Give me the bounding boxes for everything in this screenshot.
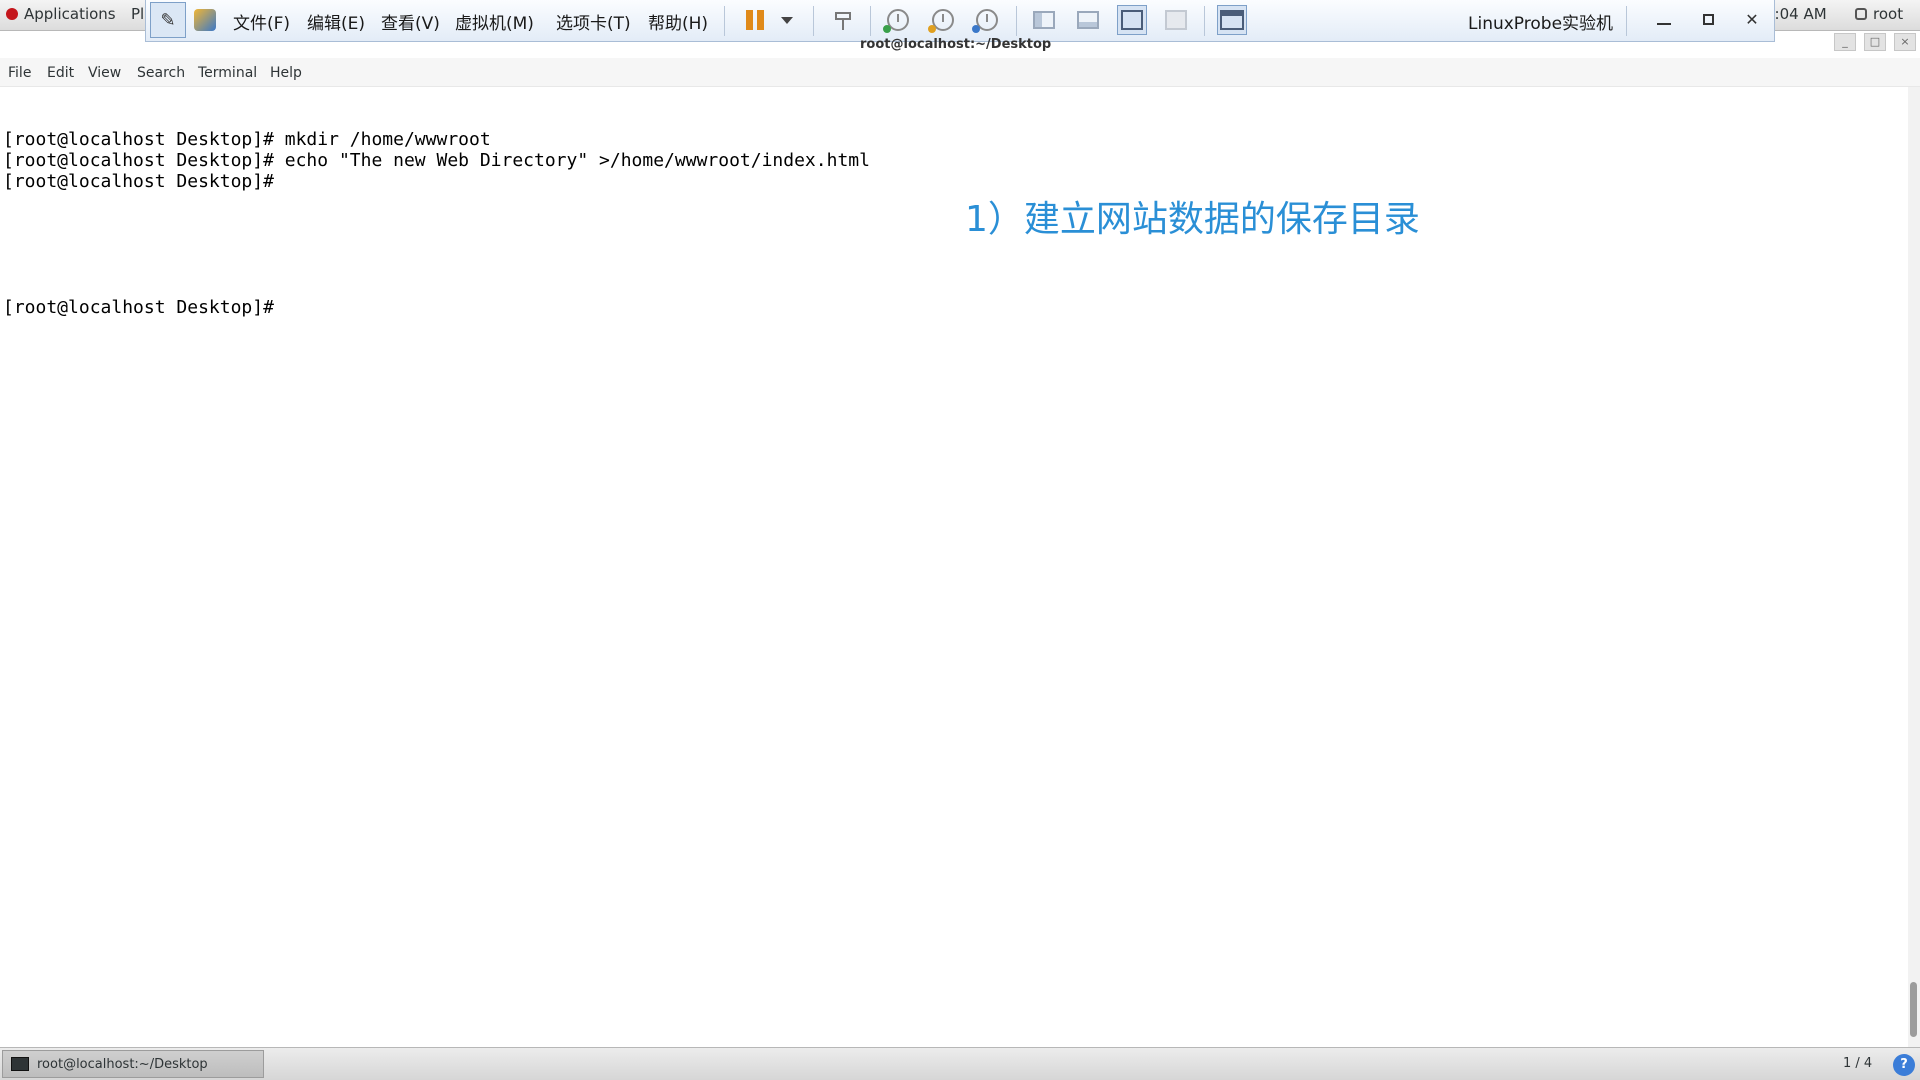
user-icon [1855,8,1867,20]
workspace-indicator[interactable]: 1 / 4 [1843,1056,1872,1071]
library-panel-icon [1033,11,1055,29]
full-screen-icon [1121,10,1143,30]
menu-edit[interactable]: Edit [47,65,74,81]
places-menu[interactable]: Pl [131,5,144,23]
user-menu[interactable]: root [1855,5,1903,23]
unity-icon [1165,10,1187,30]
minimize-button[interactable] [1654,10,1674,30]
maximize-icon: □ [1869,35,1881,48]
minimize-icon [1657,23,1671,25]
menu-search[interactable]: Search [137,65,185,81]
terminal-line: [root@localhost Desktop]# mkdir /home/ww… [3,129,491,150]
gnome-taskbar: root@localhost:~/Desktop 1 / 4 ? [0,1047,1920,1080]
close-icon: × [1900,35,1910,48]
snapshot-take-icon [883,9,909,33]
scrollbar-thumb[interactable] [1910,982,1917,1037]
vmware-logo-icon [194,9,216,31]
restore-icon [1702,14,1714,25]
terminal-close-button[interactable]: × [1894,33,1916,51]
menu-help[interactable]: Help [270,65,302,81]
terminal-scrollbar[interactable] [1908,87,1920,1047]
terminal-maximize-button[interactable]: □ [1864,33,1886,51]
pause-icon [746,10,764,30]
terminal-prompt-line: [root@localhost Desktop]# [3,297,274,318]
terminal-minimize-button[interactable]: _ [1834,33,1856,51]
terminal-line: [root@localhost Desktop]# [3,171,274,192]
snapshot-manager-icon [972,9,998,33]
menu-file[interactable]: File [8,65,31,81]
snapshot-revert-icon [928,9,954,33]
console-view-icon [1220,10,1244,30]
taskbar-item-label: root@localhost:~/Desktop [37,1056,208,1072]
terminal-title: root@localhost:~/Desktop [860,37,1052,52]
annotation-caption: 1）建立网站数据的保存目录 [965,199,1420,240]
close-button[interactable]: ✕ [1742,10,1762,30]
menu-view[interactable]: View [88,65,121,81]
terminal-titlebar: root@localhost:~/Desktop [0,30,1920,58]
minimize-icon: _ [1842,35,1848,48]
close-icon: ✕ [1745,10,1759,29]
terminal-line: [root@localhost Desktop]# echo "The new … [3,150,870,171]
help-icon[interactable]: ? [1893,1054,1915,1076]
restore-button[interactable] [1698,10,1718,30]
thumbnail-bar-icon [1077,11,1099,29]
redhat-icon [6,8,18,20]
applications-menu[interactable]: Applications [6,5,116,23]
user-label: root [1873,5,1904,23]
applications-label: Applications [24,5,116,23]
menu-terminal[interactable]: Terminal [198,65,257,81]
terminal-menubar: File Edit View Search Terminal Help [0,58,1920,87]
terminal-output[interactable]: [root@localhost Desktop]# mkdir /home/ww… [0,87,1906,1047]
terminal-icon [11,1057,29,1071]
chevron-down-icon [781,16,793,24]
network-icon [832,10,854,30]
taskbar-terminal-item[interactable]: root@localhost:~/Desktop [2,1050,264,1078]
